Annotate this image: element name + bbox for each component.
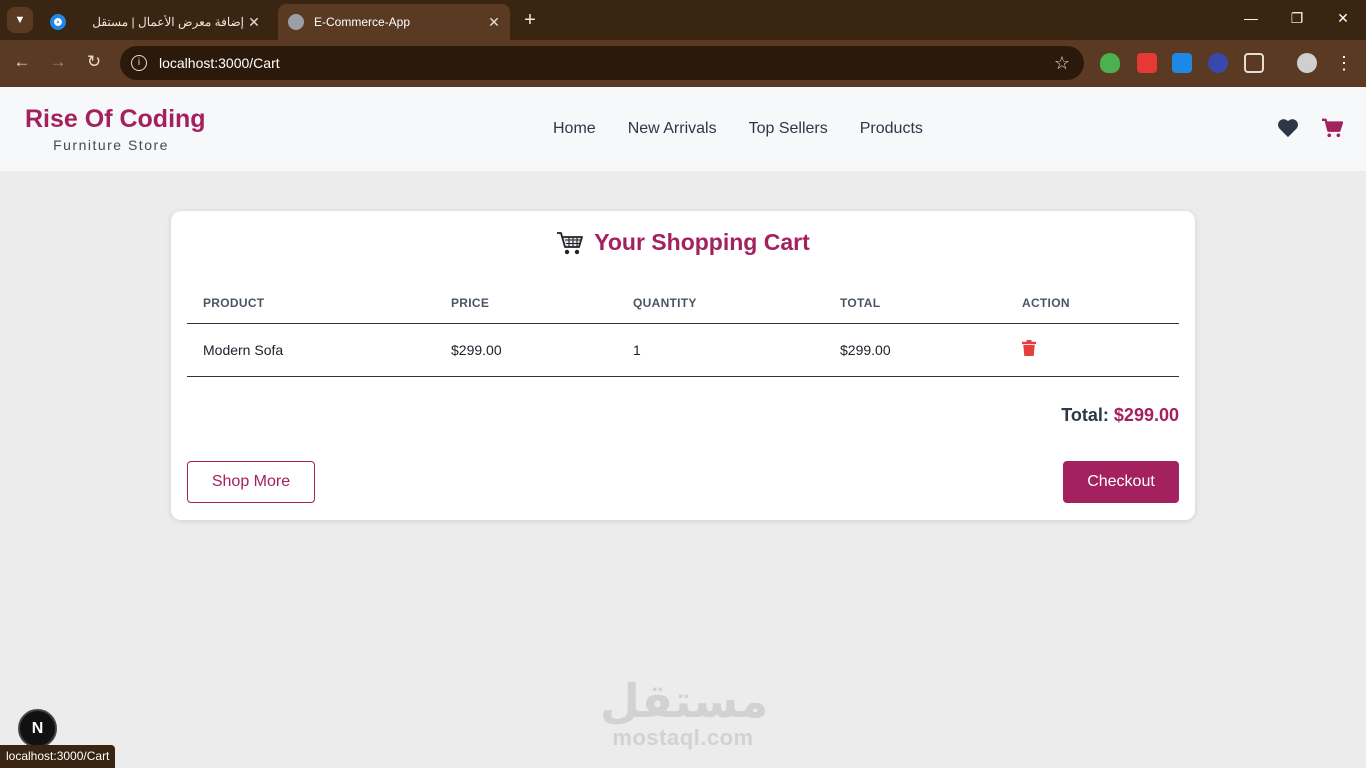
cart-heading: Your Shopping Cart xyxy=(171,229,1195,256)
brand-tagline: Furniture Store xyxy=(53,137,169,153)
cart-card: Your Shopping Cart PRODUCT PRICE QUANTIT… xyxy=(171,211,1195,520)
total-value: $299.00 xyxy=(1113,405,1179,425)
close-window-icon[interactable]: ✕ xyxy=(1328,10,1358,27)
star-icon[interactable]: ☆ xyxy=(1054,53,1070,74)
url-text[interactable]: localhost:3000/Cart xyxy=(159,55,1054,71)
column-header-action: ACTION xyxy=(1006,283,1179,324)
column-header-total: TOTAL xyxy=(824,283,1006,324)
cell-total: $299.00 xyxy=(824,323,1006,377)
heart-icon[interactable] xyxy=(1277,118,1299,138)
watermark-arabic: مستقل xyxy=(600,674,769,728)
globe-icon xyxy=(288,14,304,30)
close-icon[interactable]: ✕ xyxy=(244,14,264,31)
download-icon[interactable] xyxy=(1172,53,1192,73)
restore-icon[interactable]: ❐ xyxy=(1282,10,1312,27)
cell-quantity: 1 xyxy=(617,323,824,377)
tab-title: E-Commerce-App xyxy=(314,15,411,29)
checkout-button[interactable]: Checkout xyxy=(1063,461,1179,503)
extension-icon[interactable] xyxy=(1137,53,1157,73)
cart-table: PRODUCT PRICE QUANTITY TOTAL ACTION Mode… xyxy=(187,283,1179,377)
extension-shield-icon[interactable] xyxy=(1100,53,1120,73)
kebab-menu-icon[interactable]: ⋮ xyxy=(1334,53,1354,74)
column-header-product: PRODUCT xyxy=(187,283,435,324)
plus-icon[interactable]: + xyxy=(518,9,542,32)
shopping-cart-icon xyxy=(557,231,584,254)
forward-icon[interactable]: → xyxy=(46,52,70,72)
cart-heading-text: Your Shopping Cart xyxy=(594,229,810,255)
info-icon[interactable]: i xyxy=(131,55,147,71)
nav-top-sellers[interactable]: Top Sellers xyxy=(749,120,828,138)
nav-new-arrivals[interactable]: New Arrivals xyxy=(628,120,717,138)
table-row: Modern Sofa $299.00 1 $299.00 xyxy=(187,323,1179,377)
browser-tab-mostaql[interactable]: إضافة معرض الأعمال | مستقل ✕ xyxy=(40,4,270,40)
shop-more-button[interactable]: Shop More xyxy=(187,461,315,503)
back-icon[interactable]: ← xyxy=(10,52,34,72)
puzzle-icon[interactable] xyxy=(1244,53,1264,73)
site-header: Rise Of Coding Furniture Store Home New … xyxy=(0,87,1366,171)
nextjs-dev-badge[interactable]: N xyxy=(18,709,57,748)
nav-products[interactable]: Products xyxy=(860,120,923,138)
main-nav: Home New Arrivals Top Sellers Products xyxy=(553,120,923,138)
cart-total: Total: $299.00 xyxy=(1061,405,1179,426)
cell-product: Modern Sofa xyxy=(187,323,435,377)
brand-name: Rise Of Coding xyxy=(25,105,206,133)
close-icon[interactable]: ✕ xyxy=(484,14,504,31)
chevron-down-icon[interactable]: ▼ xyxy=(7,7,33,33)
trash-icon[interactable] xyxy=(1022,340,1036,356)
table-header-row: PRODUCT PRICE QUANTITY TOTAL ACTION xyxy=(187,283,1179,324)
status-bar-url: localhost:3000/Cart xyxy=(0,745,116,768)
address-bar[interactable]: i localhost:3000/Cart ☆ xyxy=(120,46,1084,80)
minimize-icon[interactable]: — xyxy=(1236,10,1266,26)
column-header-quantity: QUANTITY xyxy=(617,283,824,324)
browser-tab-ecommerce[interactable]: E-Commerce-App ✕ xyxy=(278,4,510,40)
extension-icon[interactable] xyxy=(1208,53,1228,73)
cart-icon[interactable] xyxy=(1321,118,1343,138)
nav-home[interactable]: Home xyxy=(553,120,596,138)
brand-logo[interactable]: Rise Of Coding Furniture Store xyxy=(25,105,206,153)
total-label: Total: xyxy=(1061,405,1109,425)
watermark-latin: mostaql.com xyxy=(612,725,754,750)
cell-price: $299.00 xyxy=(435,323,617,377)
profile-avatar[interactable] xyxy=(1297,53,1317,73)
reload-icon[interactable]: ↻ xyxy=(82,52,106,72)
cell-action xyxy=(1006,323,1179,377)
mostaql-watermark: مستقل mostaql.com xyxy=(600,674,769,750)
browser-toolbar: ← → ↻ i localhost:3000/Cart ☆ ⋮ xyxy=(0,40,1366,87)
column-header-price: PRICE xyxy=(435,283,617,324)
browser-tab-bar: ▼ إضافة معرض الأعمال | مستقل ✕ E-Commerc… xyxy=(0,0,1366,40)
tab-title: إضافة معرض الأعمال | مستقل xyxy=(92,15,244,29)
mostaql-favicon xyxy=(50,14,66,30)
